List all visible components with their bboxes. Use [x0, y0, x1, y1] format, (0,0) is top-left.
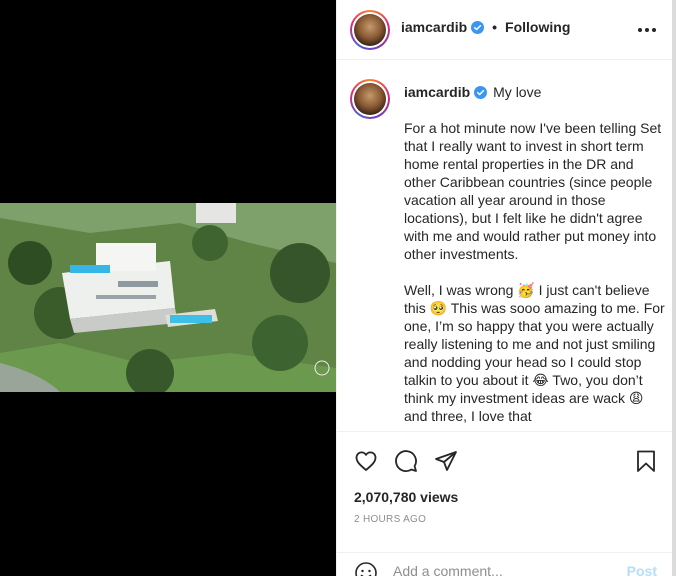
verified-badge-icon [474, 85, 488, 99]
post-header: iamcardib • Following [337, 0, 673, 60]
caption-title: My love [493, 84, 542, 100]
caption-username[interactable]: iamcardib [404, 84, 470, 100]
post-actions: 2,070,780 views 2 HOURS AGO Post [337, 431, 673, 576]
post-timestamp[interactable]: 2 HOURS AGO [354, 514, 426, 525]
header-username[interactable]: iamcardib [401, 19, 467, 35]
post-comment-button[interactable]: Post [627, 563, 657, 576]
smiley-icon[interactable] [354, 561, 378, 576]
avatar-inner [352, 12, 388, 48]
comment-input[interactable] [393, 563, 613, 576]
author-avatar[interactable] [350, 10, 390, 50]
aerial-villa-video-frame [0, 203, 336, 392]
video-player[interactable] [0, 203, 336, 392]
more-dot [638, 28, 642, 32]
caption-text: For a hot minute now I've been telling S… [404, 120, 665, 424]
view-count[interactable]: 2,070,780 views [354, 489, 458, 505]
avatar-image [354, 14, 386, 46]
heart-icon[interactable] [354, 449, 378, 473]
comment-bubble-icon[interactable] [394, 449, 418, 473]
caption-author-avatar[interactable] [350, 79, 390, 119]
more-options-icon[interactable] [635, 18, 659, 42]
post-panel: iamcardib • Following iamcardib My love [336, 0, 673, 576]
caption-header: iamcardib My love [404, 84, 541, 100]
avatar-inner [352, 81, 388, 117]
comment-row: Post [337, 552, 673, 576]
paper-plane-icon[interactable] [434, 449, 458, 473]
avatar-image [354, 83, 386, 115]
header-separator: • [492, 19, 498, 35]
following-button[interactable]: Following [505, 19, 570, 35]
verified-badge-icon [471, 20, 485, 34]
post-media[interactable] [0, 0, 336, 576]
caption-area[interactable]: iamcardib My love For a hot minute now I… [337, 61, 673, 431]
header-name-row: iamcardib • Following [401, 19, 570, 35]
window-edge [672, 0, 676, 576]
more-dot [645, 28, 649, 32]
more-dot [652, 28, 656, 32]
bookmark-icon[interactable] [634, 449, 658, 473]
